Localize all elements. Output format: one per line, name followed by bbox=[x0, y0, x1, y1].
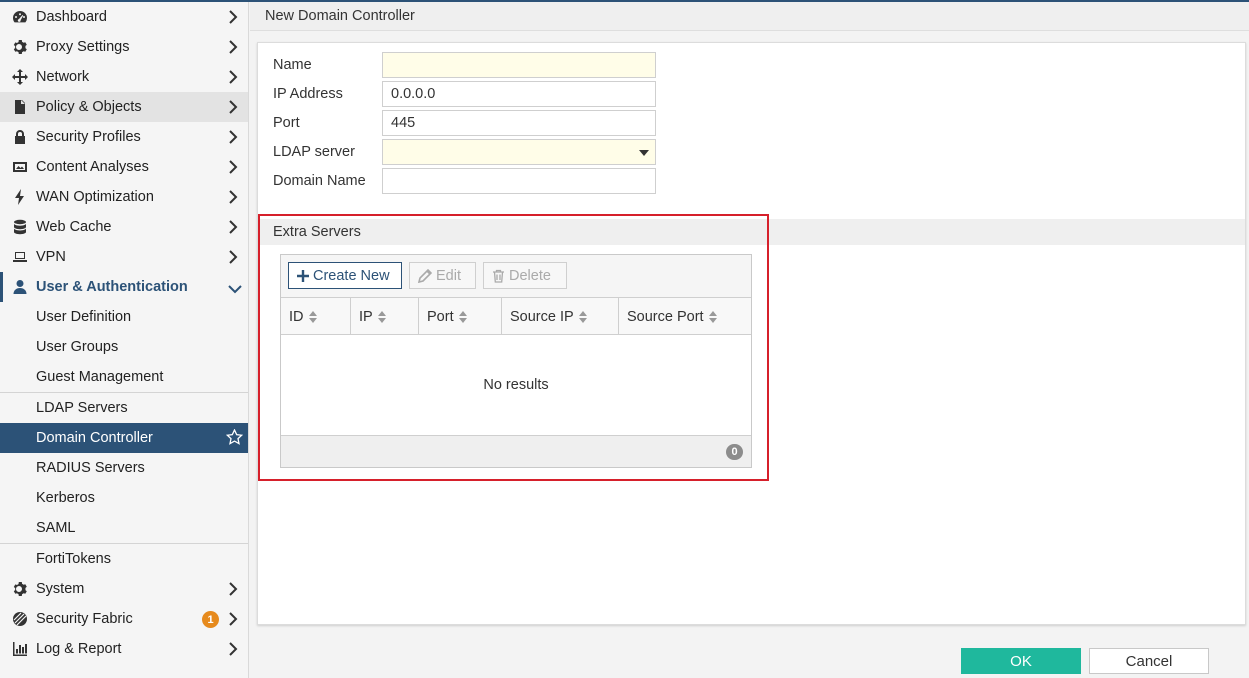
sidebar-subitem-label: User Definition bbox=[36, 309, 132, 325]
sidebar-subitem-label: FortiTokens bbox=[36, 551, 111, 567]
sidebar-item-label: Proxy Settings bbox=[36, 39, 130, 55]
fabric-icon bbox=[11, 610, 29, 628]
port-label: Port bbox=[273, 115, 300, 131]
sidebar-subitem-domain-controller[interactable]: Domain Controller bbox=[0, 423, 248, 453]
user-icon bbox=[11, 278, 29, 296]
sidebar: Dashboard Proxy Settings Network Policy … bbox=[0, 2, 249, 678]
sidebar-item-label: Security Fabric bbox=[36, 611, 133, 627]
sidebar-item-security-profiles[interactable]: Security Profiles bbox=[0, 122, 248, 152]
sidebar-item-label: System bbox=[36, 581, 85, 597]
sidebar-item-policy-objects[interactable]: Policy & Objects bbox=[0, 92, 248, 122]
chevron-right-icon bbox=[228, 100, 238, 114]
sidebar-subitem-radius-servers[interactable]: RADIUS Servers bbox=[0, 453, 248, 483]
laptop-icon bbox=[11, 248, 29, 266]
chevron-right-icon bbox=[228, 130, 238, 144]
bar-chart-icon bbox=[11, 640, 29, 658]
sidebar-item-web-cache[interactable]: Web Cache bbox=[0, 212, 248, 242]
sidebar-subitem-label: User Groups bbox=[36, 339, 119, 355]
sidebar-item-label: Policy & Objects bbox=[36, 99, 142, 115]
sidebar-item-label: Security Profiles bbox=[36, 129, 141, 145]
sidebar-item-proxy-settings[interactable]: Proxy Settings bbox=[0, 32, 248, 62]
lock-icon bbox=[11, 128, 29, 146]
highlight-box bbox=[258, 214, 769, 481]
sidebar-item-content-analyses[interactable]: Content Analyses bbox=[0, 152, 248, 182]
sidebar-subitem-saml[interactable]: SAML bbox=[0, 513, 248, 543]
sidebar-item-system[interactable]: System bbox=[0, 574, 248, 604]
notification-badge: 1 bbox=[202, 611, 219, 628]
sidebar-item-label: Dashboard bbox=[36, 9, 107, 25]
sidebar-subitem-user-definition[interactable]: User Definition bbox=[0, 302, 248, 332]
ip-address-label: IP Address bbox=[273, 86, 343, 102]
chevron-down-icon bbox=[228, 282, 242, 294]
chevron-right-icon bbox=[228, 70, 238, 84]
ok-button[interactable]: OK bbox=[961, 648, 1081, 674]
name-input[interactable] bbox=[382, 52, 656, 78]
sidebar-subitem-fortitokens[interactable]: FortiTokens bbox=[0, 544, 248, 574]
domain-name-input[interactable] bbox=[382, 168, 656, 194]
port-row: Port bbox=[273, 110, 383, 136]
database-icon bbox=[11, 218, 29, 236]
dashboard-icon bbox=[11, 8, 29, 26]
sidebar-item-wan-optimization[interactable]: WAN Optimization bbox=[0, 182, 248, 212]
domain-name-label: Domain Name bbox=[273, 173, 366, 189]
sidebar-item-label: Log & Report bbox=[36, 641, 122, 657]
sidebar-subitem-label: SAML bbox=[36, 520, 76, 536]
sidebar-subitem-label: RADIUS Servers bbox=[36, 460, 145, 476]
sidebar-subitem-label: LDAP Servers bbox=[36, 400, 128, 416]
page-title: New Domain Controller bbox=[265, 8, 415, 24]
sidebar-subitem-ldap-servers[interactable]: LDAP Servers bbox=[0, 393, 248, 423]
bolt-icon bbox=[11, 188, 29, 206]
chevron-right-icon bbox=[228, 220, 238, 234]
chevron-right-icon bbox=[228, 10, 238, 24]
sidebar-item-vpn[interactable]: VPN bbox=[0, 242, 248, 272]
sidebar-subitem-label: Kerberos bbox=[36, 490, 95, 506]
gear-icon bbox=[11, 580, 29, 598]
chevron-right-icon bbox=[228, 612, 238, 626]
sidebar-item-network[interactable]: Network bbox=[0, 62, 248, 92]
image-icon bbox=[11, 158, 29, 176]
sidebar-item-label: VPN bbox=[36, 249, 66, 265]
sidebar-item-label: User & Authentication bbox=[36, 279, 188, 295]
sidebar-subitem-label: Domain Controller bbox=[36, 430, 153, 446]
chevron-right-icon bbox=[228, 160, 238, 174]
port-input[interactable] bbox=[382, 110, 656, 136]
domain-name-row: Domain Name bbox=[273, 168, 383, 194]
ip-address-input[interactable] bbox=[382, 81, 656, 107]
sidebar-subitem-label: Guest Management bbox=[36, 369, 164, 385]
sidebar-item-label: Network bbox=[36, 69, 90, 85]
name-label: Name bbox=[273, 57, 312, 73]
sidebar-item-label: WAN Optimization bbox=[36, 189, 154, 205]
sidebar-item-security-fabric[interactable]: Security Fabric 1 bbox=[0, 604, 248, 634]
sidebar-subitem-user-groups[interactable]: User Groups bbox=[0, 332, 248, 362]
cancel-button[interactable]: Cancel bbox=[1089, 648, 1209, 674]
chevron-right-icon bbox=[228, 642, 238, 656]
sidebar-subitem-kerberos[interactable]: Kerberos bbox=[0, 483, 248, 513]
ldap-server-select[interactable] bbox=[382, 139, 656, 165]
sidebar-item-user-authentication[interactable]: User & Authentication bbox=[0, 272, 248, 302]
dropdown-caret-icon bbox=[639, 150, 649, 156]
page-title-bar: New Domain Controller bbox=[250, 2, 1249, 31]
name-row: Name bbox=[273, 52, 383, 78]
document-icon bbox=[11, 98, 29, 116]
ldap-server-label: LDAP server bbox=[273, 144, 355, 160]
sidebar-item-log-report[interactable]: Log & Report bbox=[0, 634, 248, 664]
sidebar-item-label: Content Analyses bbox=[36, 159, 149, 175]
move-arrows-icon bbox=[11, 68, 29, 86]
chevron-right-icon bbox=[228, 250, 238, 264]
ldap-server-row: LDAP server bbox=[273, 139, 383, 165]
chevron-right-icon bbox=[228, 190, 238, 204]
chevron-right-icon bbox=[228, 582, 238, 596]
ip-address-row: IP Address bbox=[273, 81, 383, 107]
chevron-right-icon bbox=[228, 40, 238, 54]
gear-icon bbox=[11, 38, 29, 56]
sidebar-item-dashboard[interactable]: Dashboard bbox=[0, 2, 248, 32]
star-icon[interactable] bbox=[225, 428, 244, 446]
sidebar-subitem-guest-management[interactable]: Guest Management bbox=[0, 362, 248, 392]
sidebar-item-label: Web Cache bbox=[36, 219, 112, 235]
